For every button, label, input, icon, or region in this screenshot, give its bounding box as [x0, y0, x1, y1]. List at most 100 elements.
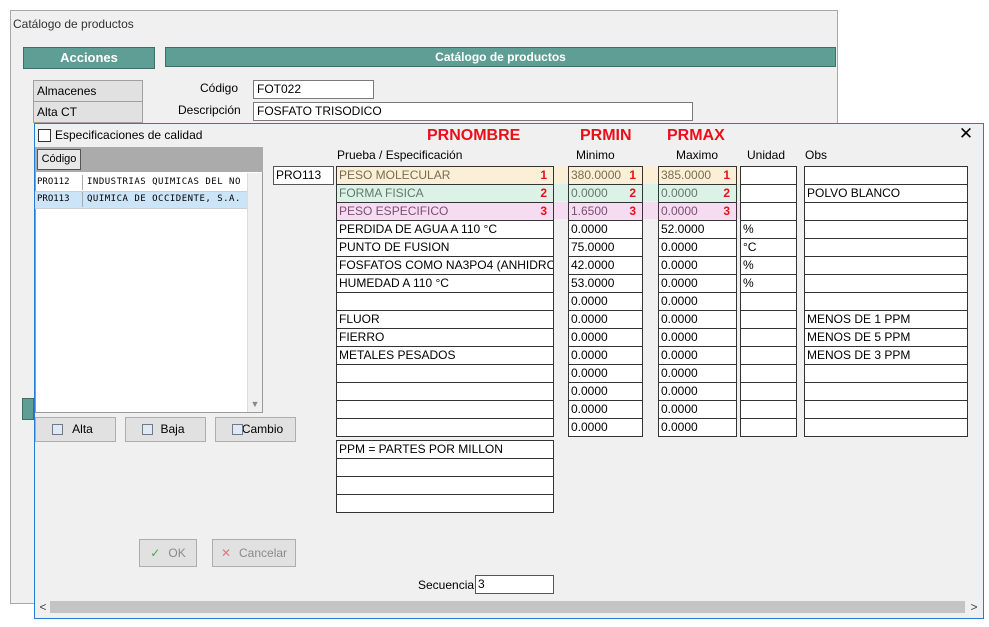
spec-cell-unidad[interactable]	[740, 184, 797, 203]
spec-cell-obs[interactable]	[804, 202, 968, 221]
spec-cell-unidad[interactable]	[740, 292, 797, 311]
spec-cell-minimo[interactable]: 1.6500 3	[568, 202, 643, 221]
close-icon[interactable]: ✕	[957, 124, 975, 144]
alta-button[interactable]: Alta	[35, 417, 116, 442]
spec-cell-minimo[interactable]: 0.0000	[568, 328, 643, 347]
spec-cell-prueba[interactable]: PESO ESPECIFICO 3	[336, 202, 554, 221]
spec-cell-unidad[interactable]: %	[740, 274, 797, 293]
spec-cell-maximo[interactable]: 0.0000	[658, 274, 737, 293]
spec-cell-obs[interactable]	[804, 364, 968, 383]
spec-cell-prueba[interactable]	[336, 364, 554, 383]
spec-cell-maximo[interactable]: 52.0000	[658, 220, 737, 239]
ok-button[interactable]: ✓ OK	[139, 539, 197, 567]
chevron-down-icon[interactable]: ▼	[248, 397, 262, 411]
spec-cell-obs[interactable]: MENOS DE 3 PPM	[804, 346, 968, 365]
spec-cell-prueba[interactable]: PERDIDA DE AGUA A 110 °C	[336, 220, 554, 239]
spec-cell-minimo[interactable]: 0.0000	[568, 400, 643, 419]
spec-cell-prueba[interactable]: FOSFATOS COMO NA3PO4 (ANHIDRO)	[336, 256, 554, 275]
spec-cell-unidad[interactable]: %	[740, 256, 797, 275]
spec-cell-minimo[interactable]: 380.0000 1	[568, 166, 643, 185]
spec-cell-unidad[interactable]	[740, 400, 797, 419]
grid-header-codigo[interactable]: Código	[37, 149, 81, 170]
spec-cell-obs[interactable]	[804, 256, 968, 275]
spec-cell-minimo[interactable]: 0.0000	[568, 292, 643, 311]
spec-cell-minimo[interactable]: 0.0000	[568, 346, 643, 365]
spec-cell-obs[interactable]	[804, 292, 968, 311]
notes-line[interactable]	[336, 494, 554, 513]
spec-cell-prueba[interactable]: PESO MOLECULAR 1	[336, 166, 554, 185]
spec-cell-minimo[interactable]: 0.0000	[568, 364, 643, 383]
grid-vertical-scrollbar[interactable]	[247, 173, 262, 412]
spec-cell-prueba[interactable]: FLUOR	[336, 310, 554, 329]
baja-button[interactable]: Baja	[125, 417, 206, 442]
codigo-input[interactable]: FOT022	[253, 80, 374, 99]
spec-cell-maximo[interactable]: 0.0000 3	[658, 202, 737, 221]
spec-cell-unidad[interactable]	[740, 328, 797, 347]
spec-cell-prueba[interactable]	[336, 400, 554, 419]
sidebar-item-almacenes[interactable]: Almacenes	[33, 80, 143, 102]
spec-cell-maximo[interactable]: 0.0000	[658, 238, 737, 257]
spec-cell-minimo[interactable]: 42.0000	[568, 256, 643, 275]
spec-cell-unidad[interactable]: °C	[740, 238, 797, 257]
notes-line[interactable]	[336, 458, 554, 477]
notes-line[interactable]	[336, 476, 554, 495]
grid-row[interactable]: PRO112 INDUSTRIAS QUIMICAS DEL NO	[35, 175, 247, 192]
spec-cell-maximo[interactable]: 0.0000	[658, 346, 737, 365]
spec-cell-prueba[interactable]	[336, 292, 554, 311]
descripcion-input[interactable]: FOSFATO TRISODICO	[253, 102, 693, 121]
spec-cell-maximo[interactable]: 0.0000	[658, 418, 737, 437]
dialog-window-checkbox[interactable]	[38, 129, 51, 142]
spec-cell-obs[interactable]	[804, 238, 968, 257]
spec-cell-maximo[interactable]: 0.0000	[658, 400, 737, 419]
spec-cell-unidad[interactable]	[740, 166, 797, 185]
grid-row-selected[interactable]: PRO113 QUIMICA DE OCCIDENTE, S.A.	[35, 192, 247, 209]
spec-cell-obs[interactable]: MENOS DE 5 PPM	[804, 328, 968, 347]
spec-cell-prueba[interactable]: FIERRO	[336, 328, 554, 347]
spec-cell-minimo[interactable]: 75.0000	[568, 238, 643, 257]
spec-cell-obs[interactable]	[804, 220, 968, 239]
spec-cell-maximo[interactable]: 0.0000	[658, 292, 737, 311]
spec-cell-minimo[interactable]: 0.0000 2	[568, 184, 643, 203]
spec-cell-prueba[interactable]: FORMA FISICA 2	[336, 184, 554, 203]
spec-cell-minimo[interactable]: 0.0000	[568, 310, 643, 329]
spec-cell-unidad[interactable]	[740, 364, 797, 383]
spec-cell-obs[interactable]: POLVO BLANCO	[804, 184, 968, 203]
background-button-edge[interactable]	[22, 398, 34, 420]
chevron-left-icon[interactable]: <	[36, 598, 50, 616]
spec-cell-prueba[interactable]	[336, 382, 554, 401]
spec-cell-obs[interactable]: MENOS DE 1 PPM	[804, 310, 968, 329]
spec-cell-prueba[interactable]: METALES PESADOS	[336, 346, 554, 365]
spec-cell-maximo[interactable]: 0.0000 2	[658, 184, 737, 203]
spec-cell-unidad[interactable]	[740, 418, 797, 437]
spec-cell-prueba[interactable]: HUMEDAD A 110 °C	[336, 274, 554, 293]
horizontal-scrollbar-thumb[interactable]	[50, 601, 965, 613]
spec-cell-minimo[interactable]: 0.0000	[568, 382, 643, 401]
spec-cell-unidad[interactable]	[740, 346, 797, 365]
spec-cell-unidad[interactable]	[740, 202, 797, 221]
spec-cell-obs[interactable]	[804, 274, 968, 293]
cambio-button[interactable]: Cambio	[215, 417, 296, 442]
spec-cell-obs[interactable]	[804, 400, 968, 419]
spec-cell-prueba[interactable]: PUNTO DE FUSION	[336, 238, 554, 257]
cancel-button[interactable]: ✕ Cancelar	[212, 539, 296, 567]
spec-cell-maximo[interactable]: 0.0000	[658, 256, 737, 275]
spec-cell-minimo[interactable]: 0.0000	[568, 418, 643, 437]
secuencia-input[interactable]: 3	[475, 575, 554, 594]
chevron-right-icon[interactable]: >	[967, 598, 981, 616]
spec-cell-maximo[interactable]: 0.0000	[658, 328, 737, 347]
spec-cell-maximo[interactable]: 0.0000	[658, 310, 737, 329]
spec-cell-obs[interactable]	[804, 382, 968, 401]
spec-cell-unidad[interactable]	[740, 310, 797, 329]
pr-code-field[interactable]: PRO113	[273, 166, 334, 185]
spec-cell-unidad[interactable]	[740, 382, 797, 401]
spec-cell-minimo[interactable]: 53.0000	[568, 274, 643, 293]
sidebar-item-alta-ct[interactable]: Alta CT	[33, 101, 143, 123]
notes-line[interactable]: PPM = PARTES POR MILLON	[336, 440, 554, 459]
spec-cell-maximo[interactable]: 0.0000	[658, 364, 737, 383]
spec-cell-unidad[interactable]: %	[740, 220, 797, 239]
spec-cell-obs[interactable]	[804, 418, 968, 437]
acciones-header[interactable]: Acciones	[23, 47, 155, 69]
spec-cell-minimo[interactable]: 0.0000	[568, 220, 643, 239]
spec-cell-prueba[interactable]	[336, 418, 554, 437]
spec-cell-obs[interactable]	[804, 166, 968, 185]
